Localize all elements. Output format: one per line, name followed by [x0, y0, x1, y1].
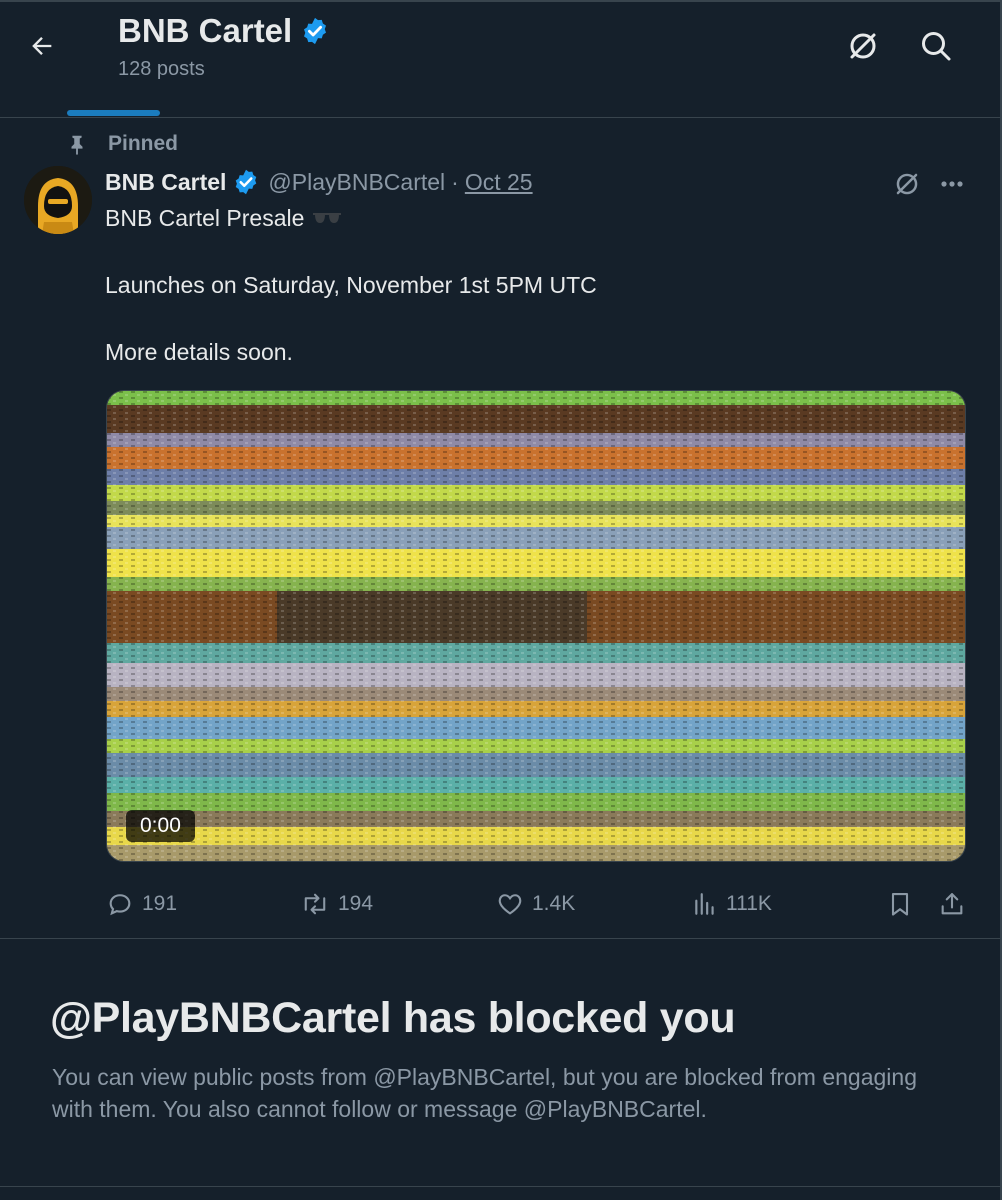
post-actions-bar: 191 194 1.4K 111K	[0, 884, 1000, 924]
separator-dot: ·	[451, 168, 459, 195]
search-button[interactable]	[916, 26, 956, 66]
post-line-3: More details soon.	[105, 339, 293, 365]
profile-header: BNB Cartel 128 posts	[0, 0, 1000, 118]
verified-badge-icon	[304, 17, 327, 45]
bottom-divider	[0, 1186, 1000, 1187]
section-divider	[0, 938, 1000, 939]
heart-icon	[498, 894, 522, 915]
sunglasses-emoji-icon	[313, 212, 342, 223]
like-button[interactable]: 1.4K	[496, 884, 575, 924]
blocked-notice-description: You can view public posts from @PlayBNBC…	[52, 1064, 918, 1122]
back-button[interactable]	[22, 26, 62, 66]
repost-button[interactable]: 194	[300, 884, 373, 924]
search-icon	[922, 32, 951, 61]
hooded-figure-avatar-image	[24, 166, 92, 234]
author-name[interactable]: BNB Cartel	[105, 169, 226, 196]
tab-indicator	[67, 110, 160, 116]
post-line-1: BNB Cartel Presale	[105, 205, 305, 231]
repost-icon	[304, 893, 326, 915]
post-header: BNB Cartel @PlayBNBCartel · Oct 25	[105, 168, 533, 196]
grok-button[interactable]	[843, 26, 883, 66]
author-handle[interactable]: @PlayBNBCartel	[268, 169, 445, 196]
avatar[interactable]	[24, 166, 92, 234]
analytics-icon	[695, 893, 714, 915]
pinned-label: Pinned	[66, 132, 178, 156]
video-thumbnail-glitch-image	[107, 391, 965, 861]
share-icon	[941, 893, 963, 915]
bookmark-icon	[891, 893, 909, 916]
blocked-notice-title: @PlayBNBCartel has blocked you	[50, 994, 736, 1042]
page-title: BNB Cartel	[118, 12, 330, 50]
reply-button[interactable]: 191	[106, 884, 177, 924]
video-player[interactable]	[106, 390, 966, 862]
bookmark-button[interactable]	[886, 884, 914, 924]
views-button[interactable]: 111K	[692, 884, 772, 924]
post-grok-button[interactable]	[889, 166, 925, 202]
post-text-line-1: BNB Cartel Presale	[105, 205, 342, 232]
post-date[interactable]: Oct 25	[465, 169, 533, 196]
pin-icon	[71, 135, 83, 155]
share-button[interactable]	[938, 884, 966, 924]
more-horizontal-icon	[941, 181, 963, 187]
header-title-block: BNB Cartel 128 posts	[118, 12, 330, 81]
grok-icon	[896, 173, 918, 195]
grok-icon	[850, 33, 876, 59]
post-line-2: Launches on Saturday, November 1st 5PM U…	[105, 272, 597, 298]
views-count: 111K	[726, 892, 772, 915]
video-time-badge: 0:00	[126, 810, 195, 842]
arrow-left-icon	[32, 37, 52, 55]
repost-count: 194	[338, 892, 374, 915]
reply-count: 191	[142, 892, 178, 915]
pinned-text: Pinned	[108, 132, 179, 155]
header-title-text: BNB Cartel	[118, 12, 293, 49]
like-count: 1.4K	[532, 892, 576, 915]
more-options-button[interactable]	[934, 166, 970, 202]
reply-icon	[109, 894, 131, 916]
posts-count: 128 posts	[118, 58, 205, 80]
verified-badge-icon	[236, 169, 257, 195]
